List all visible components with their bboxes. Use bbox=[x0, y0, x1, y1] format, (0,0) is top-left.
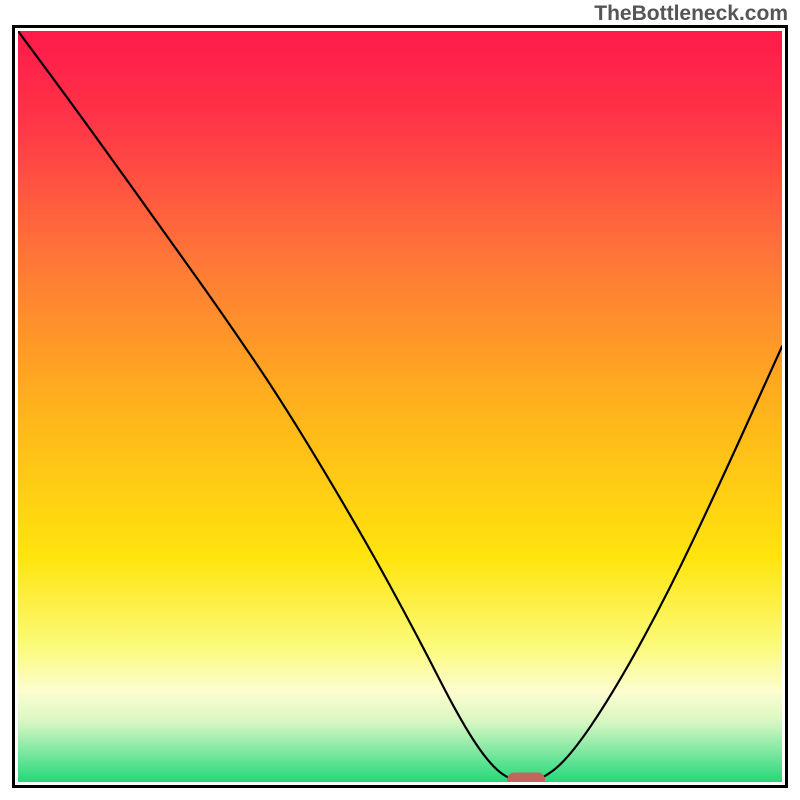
watermark-text: TheBottleneck.com bbox=[594, 2, 788, 26]
plot-area bbox=[18, 31, 782, 782]
optimal-marker bbox=[507, 773, 545, 782]
chart-frame bbox=[12, 25, 788, 788]
gradient-background bbox=[18, 31, 782, 782]
chart-svg bbox=[18, 31, 782, 782]
